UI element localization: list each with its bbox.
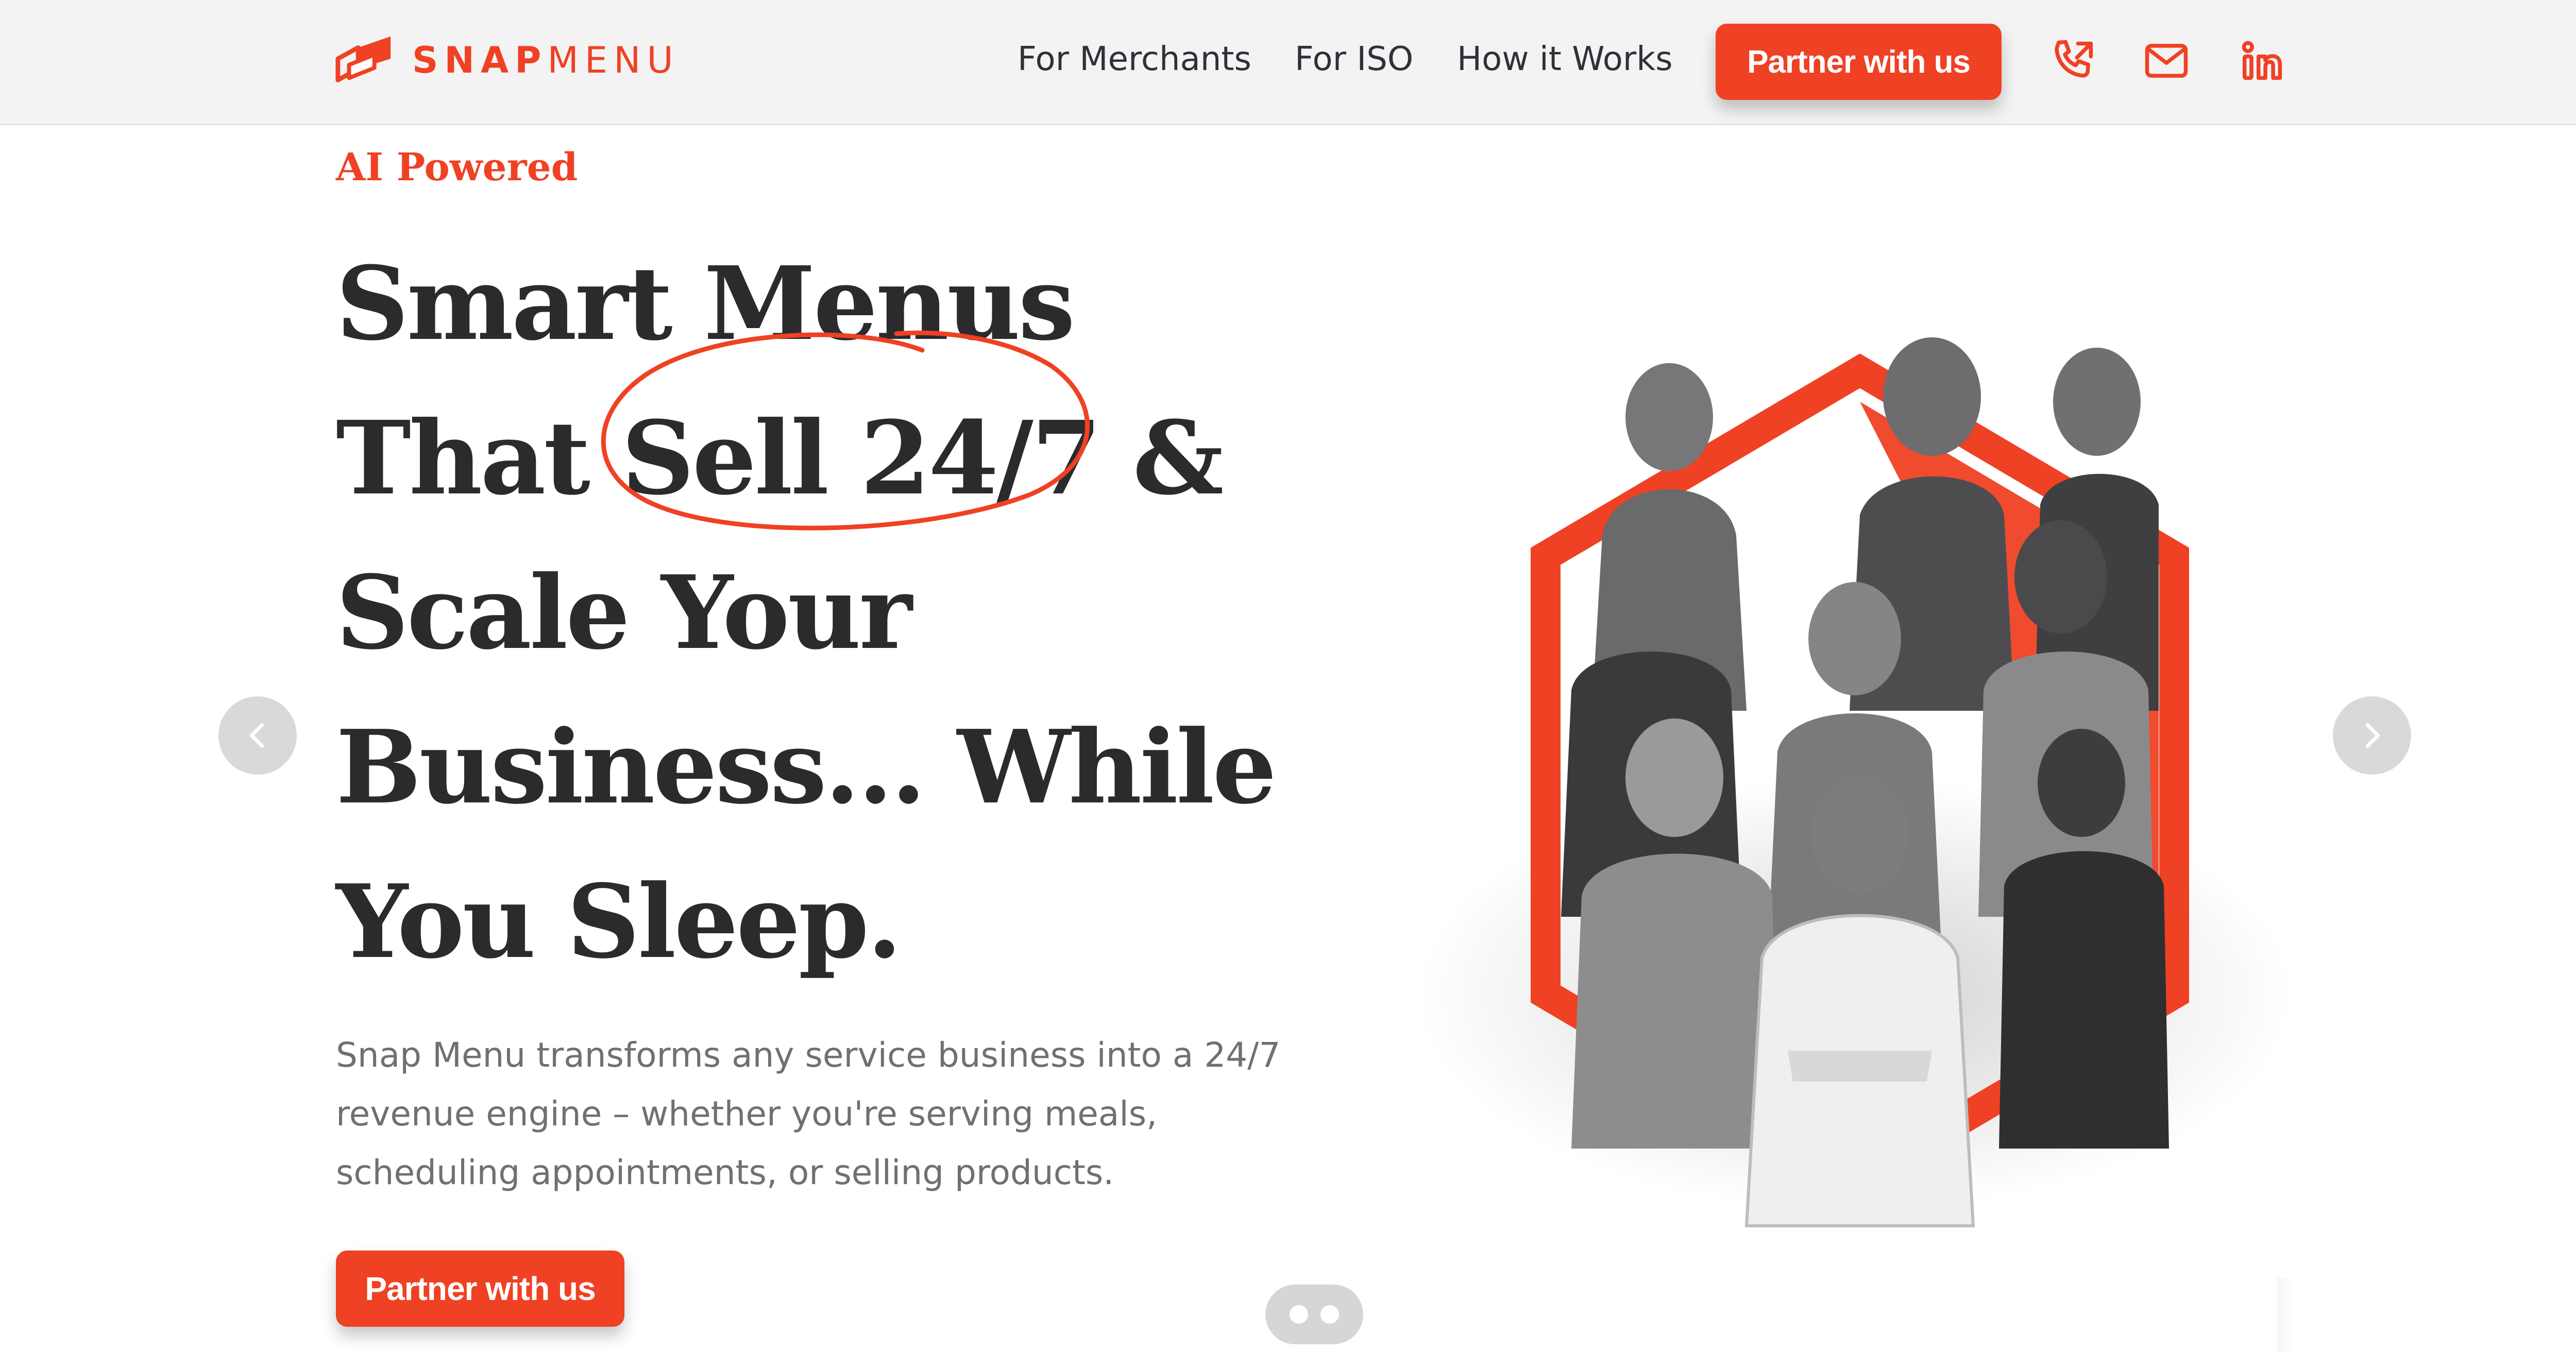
headline-line: Business... While (336, 708, 1277, 827)
headline-line: You Sleep. (336, 863, 902, 981)
mail-icon[interactable] (2141, 35, 2192, 87)
hero-description: Snap Menu transforms any service busines… (336, 1035, 1281, 1192)
content-panel-edge (2277, 1277, 2293, 1352)
header-partner-button[interactable]: Partner with us (1716, 24, 2002, 100)
headline-line: Scale Your (336, 554, 912, 672)
hero-partner-button[interactable]: Partner with us (336, 1251, 624, 1327)
chevron-right-icon (2365, 723, 2380, 748)
carousel-next-button[interactable] (2333, 696, 2411, 775)
hero-team-image (1417, 337, 2293, 1227)
carousel-dot[interactable] (1320, 1305, 1339, 1324)
logo-wordmark: SNAPMENU (412, 42, 680, 78)
nav-link-how-it-works[interactable]: How it Works (1457, 40, 1673, 78)
phone-icon[interactable] (2048, 35, 2099, 87)
carousel-prev-button[interactable] (218, 696, 297, 775)
nav-link-for-iso[interactable]: For ISO (1295, 40, 1413, 78)
snapmenu-logo-icon (335, 36, 391, 82)
chevron-left-icon (249, 723, 264, 748)
logo-text-bold: SNAP (412, 39, 548, 81)
site-header: SNAPMENU For Merchants For ISO How it Wo… (0, 0, 2576, 125)
hero-eyebrow: AI Powered (336, 145, 578, 190)
logo[interactable]: SNAPMENU (334, 32, 680, 89)
headline-line: That Sell 24/7 & (336, 399, 1224, 518)
linkedin-icon[interactable] (2236, 35, 2287, 87)
headline-line: Smart Menus (336, 245, 1075, 363)
carousel-dot[interactable] (1290, 1305, 1308, 1324)
logo-text-light: MENU (547, 39, 680, 81)
hero-headline: Smart Menus That Sell 24/7 & Scale Your … (336, 227, 1469, 999)
nav-link-for-merchants[interactable]: For Merchants (1018, 40, 1251, 78)
